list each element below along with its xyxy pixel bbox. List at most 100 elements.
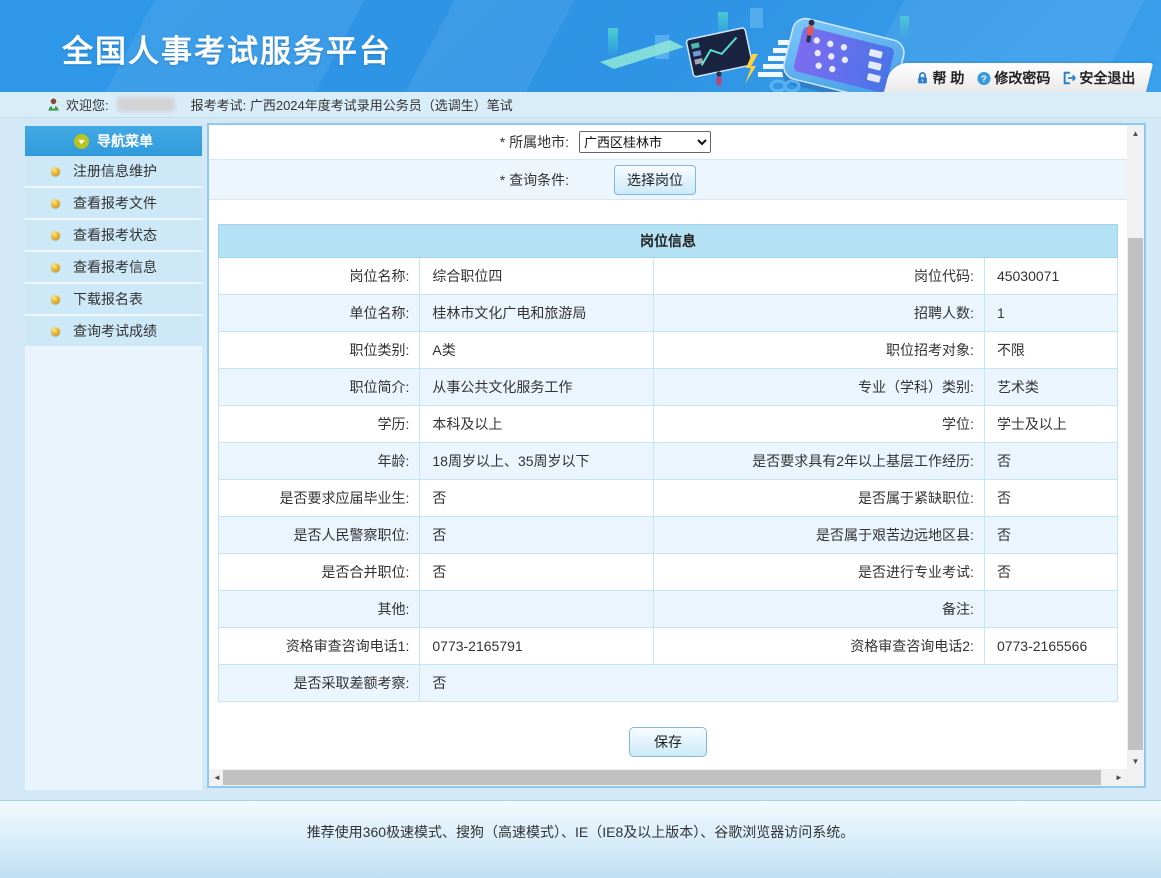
sidebar-item-view-application-status[interactable]: 查看报考状态 (25, 220, 202, 252)
select-position-button[interactable]: 选择岗位 (614, 165, 696, 195)
footer-text: 推荐使用360极速模式、搜狗（高速模式）、IE（IE8及以上版本）、谷歌浏览器访… (0, 801, 1161, 842)
page-title: 全国人事考试服务平台 (62, 26, 392, 71)
table-label: 其他: (219, 591, 420, 628)
redacted-username (117, 97, 175, 112)
table-label: 专业（学科）类别: (654, 369, 985, 406)
question-icon: ? (977, 70, 992, 85)
lock-icon (916, 71, 930, 85)
save-button[interactable]: 保存 (629, 727, 707, 757)
table-value: 否 (420, 480, 654, 517)
table-value (420, 591, 654, 628)
city-label: * 所属地市: (209, 132, 569, 152)
bullet-icon (51, 327, 60, 336)
table-value: 否 (984, 480, 1117, 517)
vertical-scroll-thumb[interactable] (1128, 238, 1143, 750)
scrollbar-corner (1127, 769, 1144, 786)
header: 全国人事考试服务平台 帮 助 ? 修改密码 安全退出 (0, 0, 1161, 92)
table-value: 18周岁以上、35周岁以下 (420, 443, 654, 480)
header-links-bar: 帮 助 ? 修改密码 安全退出 (884, 63, 1153, 92)
scroll-up-arrow-icon[interactable]: ▲ (1127, 125, 1144, 141)
table-label: 职位招考对象: (654, 332, 985, 369)
position-info-table: 岗位信息 岗位名称: 综合职位四 岗位代码: 45030071 单位名称: 桂林… (218, 224, 1118, 702)
table-label: 资格审查咨询电话2: (654, 628, 985, 665)
table-value: 桂林市文化广电和旅游局 (420, 295, 654, 332)
table-label: 是否合并职位: (219, 554, 420, 591)
bullet-icon (51, 295, 60, 304)
sidebar-item-label: 查看报考状态 (73, 225, 157, 245)
bullet-icon (51, 231, 60, 240)
horizontal-scrollbar[interactable]: ◄ ► (209, 769, 1127, 786)
table-value: 0773-2165566 (984, 628, 1117, 665)
sidebar-item-download-form[interactable]: 下载报名表 (25, 284, 202, 316)
change-password-link[interactable]: ? 修改密码 (973, 68, 1055, 88)
table-label: 学位: (654, 406, 985, 443)
sidebar-item-label: 下载报名表 (73, 289, 143, 309)
sidebar-title: 导航菜单 (97, 131, 153, 151)
table-label: 学历: (219, 406, 420, 443)
help-link[interactable]: 帮 助 (912, 68, 969, 88)
sidebar-item-label: 注册信息维护 (73, 161, 157, 181)
form-row-city: * 所属地市: 广西区桂林市 (209, 125, 1127, 160)
scroll-right-arrow-icon[interactable]: ► (1111, 769, 1127, 786)
table-label: 职位类别: (219, 332, 420, 369)
table-label: 是否进行专业考试: (654, 554, 985, 591)
row-unit-name: 单位名称: 桂林市文化广电和旅游局 招聘人数: 1 (219, 295, 1118, 332)
exam-info: 报考考试: 广西2024年度考试录用公务员（选调生）笔试 (191, 95, 513, 114)
table-value: 学士及以上 (984, 406, 1117, 443)
sidebar-menu-header[interactable]: 导航菜单 (25, 126, 202, 156)
header-streak (400, 0, 580, 92)
table-value: 艺术类 (984, 369, 1117, 406)
vertical-scrollbar[interactable]: ▲ ▼ (1127, 125, 1144, 769)
table-label: 备注: (654, 591, 985, 628)
logout-link[interactable]: 安全退出 (1059, 68, 1140, 88)
user-icon (46, 97, 61, 112)
logout-link-label: 安全退出 (1080, 68, 1136, 88)
city-select[interactable]: 广西区桂林市 (579, 131, 711, 153)
row-position-category: 职位类别: A类 职位招考对象: 不限 (219, 332, 1118, 369)
form-row-query: * 查询条件: 选择岗位 (209, 160, 1127, 200)
sidebar-item-register-info[interactable]: 注册信息维护 (25, 156, 202, 188)
row-other-remarks: 其他: 备注: (219, 591, 1118, 628)
row-phone: 资格审查咨询电话1: 0773-2165791 资格审查咨询电话2: 0773-… (219, 628, 1118, 665)
table-label: 职位简介: (219, 369, 420, 406)
chevron-down-icon (74, 134, 89, 149)
table-label: 是否属于艰苦边远地区县: (654, 517, 985, 554)
table-title: 岗位信息 (219, 225, 1118, 258)
table-value: A类 (420, 332, 654, 369)
row-education: 学历: 本科及以上 学位: 学士及以上 (219, 406, 1118, 443)
table-value: 1 (984, 295, 1117, 332)
table-value: 否 (984, 443, 1117, 480)
table-label: 岗位代码: (654, 258, 985, 295)
footer: 推荐使用360极速模式、搜狗（高速模式）、IE（IE8及以上版本）、谷歌浏览器访… (0, 800, 1161, 878)
table-value: 否 (984, 554, 1117, 591)
exit-icon (1063, 71, 1077, 85)
table-label: 岗位名称: (219, 258, 420, 295)
row-position-name: 岗位名称: 综合职位四 岗位代码: 45030071 (219, 258, 1118, 295)
sidebar-item-query-scores[interactable]: 查询考试成绩 (25, 316, 202, 348)
table-label: 资格审查咨询电话1: (219, 628, 420, 665)
table-value: 从事公共文化服务工作 (420, 369, 654, 406)
panel-content: * 所属地市: 广西区桂林市 * 查询条件: 选择岗位 岗位信息 (209, 125, 1127, 769)
table-label: 招聘人数: (654, 295, 985, 332)
svg-text:?: ? (981, 73, 987, 83)
table-value: 否 (984, 517, 1117, 554)
row-police: 是否人民警察职位: 否 是否属于艰苦边远地区县: 否 (219, 517, 1118, 554)
change-password-link-label: 修改密码 (995, 68, 1051, 88)
row-merged-position: 是否合并职位: 否 是否进行专业考试: 否 (219, 554, 1118, 591)
table-value: 综合职位四 (420, 258, 654, 295)
row-differential-inspection: 是否采取差额考察: 否 (219, 665, 1118, 702)
sidebar-item-view-exam-files[interactable]: 查看报考文件 (25, 188, 202, 220)
sidebar-item-label: 查看报考文件 (73, 193, 157, 213)
row-age: 年龄: 18周岁以上、35周岁以下 是否要求具有2年以上基层工作经历: 否 (219, 443, 1118, 480)
table-value: 否 (420, 554, 654, 591)
sidebar-item-view-application-info[interactable]: 查看报考信息 (25, 252, 202, 284)
table-label: 年龄: (219, 443, 420, 480)
welcome-label: 欢迎您: (66, 95, 109, 114)
horizontal-scroll-thumb[interactable] (223, 770, 1101, 785)
scroll-down-arrow-icon[interactable]: ▼ (1127, 753, 1144, 769)
table-value: 本科及以上 (420, 406, 654, 443)
table-label: 是否要求应届毕业生: (219, 480, 420, 517)
header-illustration (600, 0, 930, 92)
table-label: 单位名称: (219, 295, 420, 332)
table-label: 是否人民警察职位: (219, 517, 420, 554)
